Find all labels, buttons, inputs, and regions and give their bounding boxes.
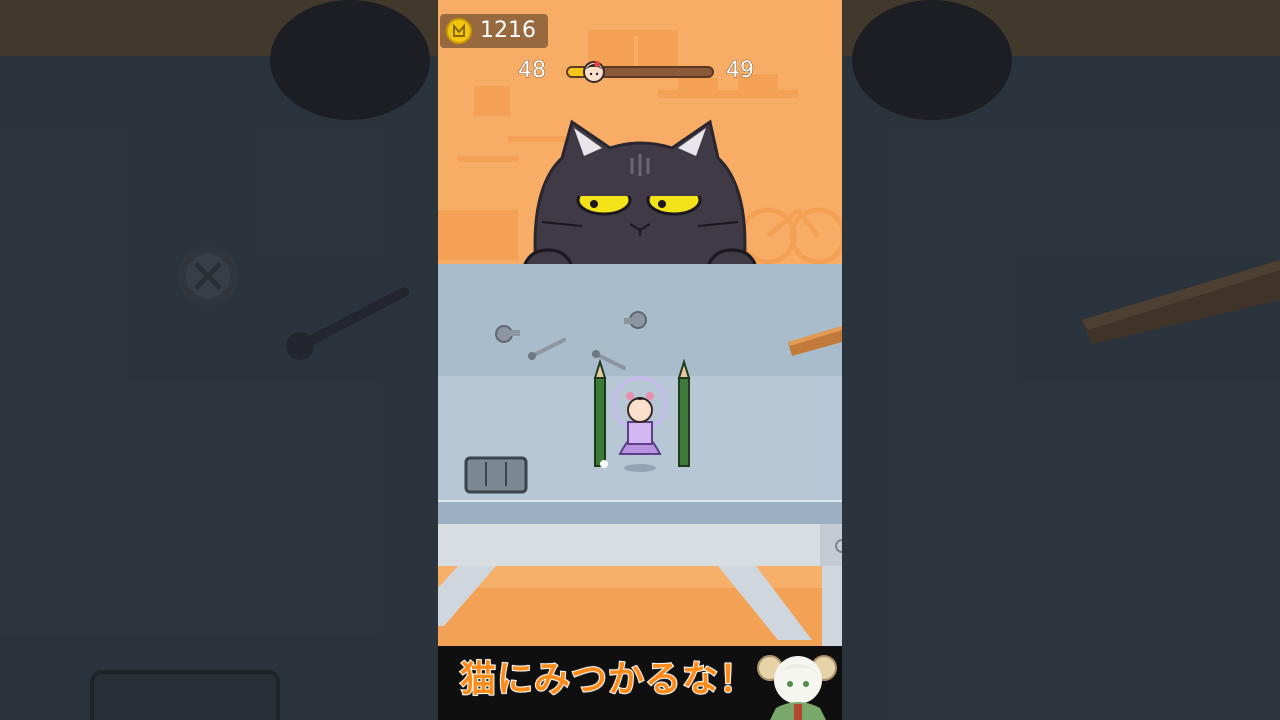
level-current: 48 <box>518 58 547 84</box>
cat-left-eye <box>576 184 634 216</box>
cat <box>522 118 758 284</box>
cat-right-eye <box>646 184 704 216</box>
screw-1 <box>495 325 520 343</box>
screw-2 <box>624 311 647 329</box>
nail-1 <box>528 338 566 360</box>
workbench-apron <box>438 524 842 568</box>
nail-2 <box>592 350 626 370</box>
level-next: 49 <box>726 58 755 84</box>
coin-count: 1216 <box>480 18 536 43</box>
mascot-avatar <box>756 648 842 720</box>
floor <box>438 566 842 646</box>
pencil-right <box>677 358 691 467</box>
app-frame: 1216 48 49 猫にみつかるな！ <box>0 0 1280 720</box>
stapler <box>464 456 528 494</box>
caption-text: 猫にみつかるな！ <box>459 659 757 701</box>
workbench-edge <box>438 500 842 526</box>
coin-icon <box>446 18 472 44</box>
background-right <box>842 0 1280 720</box>
coin-counter: 1216 <box>440 14 548 48</box>
game-canvas[interactable]: 1216 48 49 猫にみつかるな！ <box>438 0 842 720</box>
workbench-objects <box>438 264 842 504</box>
wood-plank <box>788 326 842 356</box>
pencil-left <box>593 358 607 467</box>
player-character <box>600 376 668 472</box>
progress-marker-face-icon <box>582 60 606 84</box>
background-left <box>0 0 438 720</box>
